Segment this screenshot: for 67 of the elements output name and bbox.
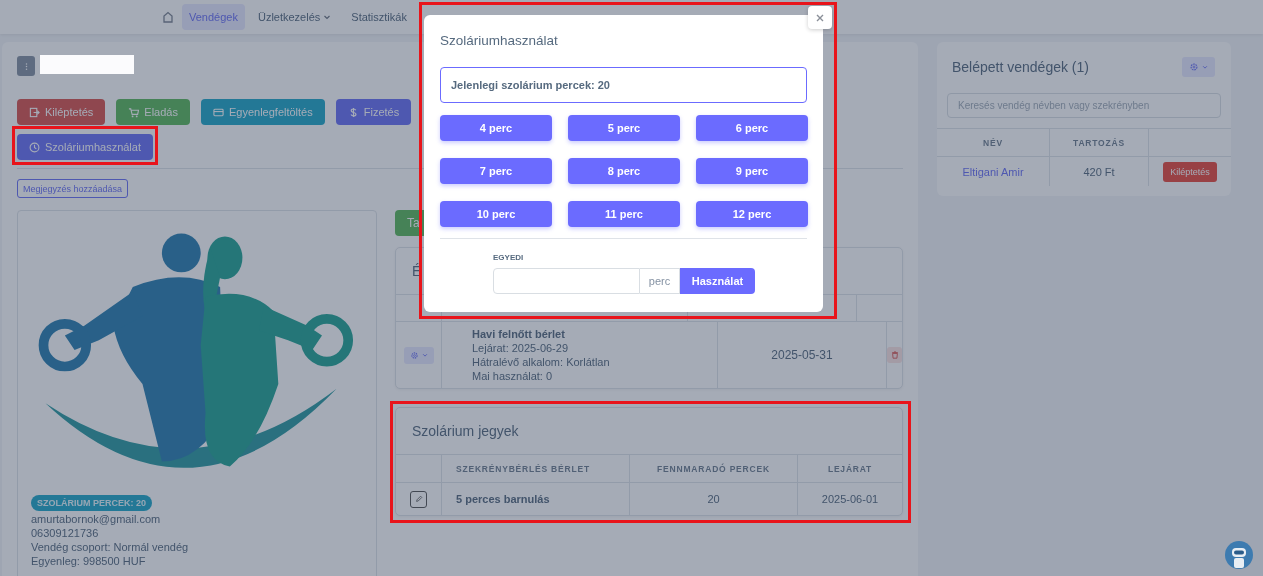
guest-name-link[interactable]: Eltigani Amir: [962, 165, 1024, 178]
minutes-option-button[interactable]: 9 perc: [696, 158, 808, 184]
solarium-minutes-badge: SZOLÁRIUM PERCEK: 20: [31, 495, 152, 511]
action-button[interactable]: Egyenlegfeltöltés: [200, 99, 325, 125]
edit-button[interactable]: [410, 490, 427, 508]
more-icon: [24, 61, 28, 71]
current-minutes-box: Jelenlegi szolárium percek: 20: [440, 67, 807, 103]
table-cell: 5 perces barnulás: [456, 493, 550, 505]
minutes-option-button[interactable]: 10 perc: [440, 201, 552, 227]
settings-dropdown[interactable]: [403, 346, 434, 364]
gear-icon: [1189, 62, 1199, 72]
close-button[interactable]: [808, 6, 832, 29]
exit-icon: [29, 106, 40, 118]
profile-detail: 06309121736: [31, 527, 99, 539]
nav-tab[interactable]: Üzletkezelés: [250, 4, 339, 30]
use-button[interactable]: Használat: [680, 268, 755, 294]
add-note-button[interactable]: Megjegyzés hozzáadása: [17, 179, 129, 198]
settings-dropdown[interactable]: [1182, 57, 1215, 77]
table-cell: 20: [707, 493, 720, 505]
pass-detail: Mai használat: 0: [472, 370, 554, 382]
gear-icon: [409, 350, 419, 360]
minutes-option-button[interactable]: 7 perc: [440, 158, 552, 184]
delete-button[interactable]: [887, 347, 902, 363]
trash-icon: [890, 351, 899, 359]
chevron-down-icon: [323, 13, 332, 21]
robot-icon[interactable]: [1224, 540, 1254, 570]
minutes-option-button[interactable]: 6 perc: [696, 115, 808, 141]
check-out-button[interactable]: Kiléptetés: [1163, 161, 1217, 182]
action-button[interactable]: Fizetés: [335, 99, 412, 125]
minutes-option-button[interactable]: 5 perc: [568, 115, 680, 141]
minutes-option-button[interactable]: 11 perc: [568, 201, 680, 227]
cart-icon: [128, 106, 140, 118]
column-header: LEJÁRAT: [827, 463, 873, 474]
home-icon[interactable]: [162, 11, 174, 23]
pencil-icon: [414, 495, 423, 503]
modal-title: Szoláriumhasználat: [440, 33, 558, 48]
minutes-option-button[interactable]: 4 perc: [440, 115, 552, 141]
chevron-down-icon: [1202, 64, 1208, 70]
column-header: FENNMARADÓ PERCEK: [657, 463, 770, 474]
table-cell: 420 Ft: [1083, 165, 1115, 178]
action-button[interactable]: Kiléptetés: [17, 99, 106, 125]
table-cell: 2025-05-31: [771, 348, 833, 362]
clock-icon: [29, 141, 40, 153]
column-header: NÉV: [983, 137, 1003, 148]
nav-tab[interactable]: Statisztikák: [344, 4, 414, 30]
pass-detail: Lejárat: 2025-06-29: [472, 342, 569, 354]
minutes-option-button[interactable]: 8 perc: [568, 158, 680, 184]
profile-detail: Vendég csoport: Normál vendég: [31, 541, 189, 553]
profile-detail: amurtabornok@gmail.com: [31, 513, 161, 525]
pass-detail: Hátralévő alkalom: Korlátlan: [472, 356, 611, 368]
profile-detail: Egyenleg: 998500 HUF: [31, 555, 146, 567]
chevron-down-icon: [421, 352, 428, 358]
field-label: EGYEDI: [493, 253, 524, 262]
card-title: Szolárium jegyek: [412, 423, 519, 439]
close-icon: [815, 12, 825, 23]
action-button[interactable]: Szoláriumhasználat: [17, 134, 153, 160]
nav-tab[interactable]: Vendégek: [182, 4, 245, 30]
menu-button[interactable]: [17, 56, 35, 76]
minutes-input[interactable]: [493, 268, 640, 294]
pass-name: Havi felnőtt bérlet: [472, 328, 566, 340]
credit-card-icon: [212, 106, 224, 118]
action-button[interactable]: Eladás: [116, 99, 190, 125]
column-header: TARTOZÁS: [1073, 137, 1125, 148]
minutes-option-button[interactable]: 12 perc: [696, 201, 808, 227]
column-header: SZEKRÉNYBÉRLÉS BÉRLET: [456, 463, 590, 474]
card-title: Belépett vendégek (1): [952, 59, 1089, 75]
table-cell: 2025-06-01: [821, 493, 879, 505]
